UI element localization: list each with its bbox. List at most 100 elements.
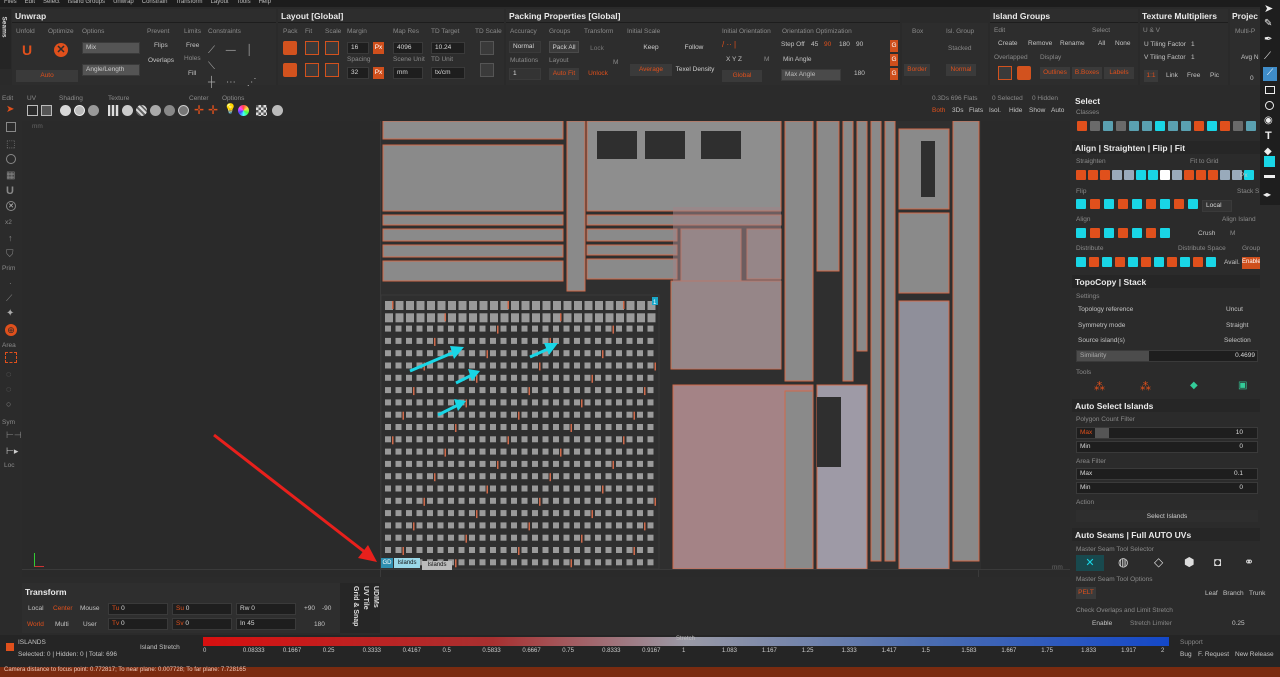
tool-icon[interactable]	[1104, 228, 1114, 238]
topocopy-tool-icon-4[interactable]: ▣	[1238, 380, 1247, 391]
margin-px-button[interactable]: Px	[373, 42, 384, 54]
islands-tag-label-2[interactable]: Islands	[422, 561, 452, 570]
constraint-icons[interactable]: ⟋ — │ ⟍ ┼ ⋯ ⋰	[208, 43, 272, 88]
rotate-minus-90-button[interactable]: -90	[322, 605, 331, 612]
average-button[interactable]: Average	[630, 64, 672, 76]
distribute-icons[interactable]	[1076, 257, 1226, 269]
unfold-icon[interactable]: U	[22, 43, 36, 57]
ratio-button[interactable]: 1:1	[1144, 70, 1158, 82]
mirror-2-icon[interactable]: ⊢▸	[6, 446, 18, 457]
tool-icon[interactable]	[1112, 170, 1122, 180]
angle-select[interactable]: Angle/Length	[82, 64, 140, 76]
paint-select-icon[interactable]: ◌	[6, 384, 11, 394]
leaf-tool-icon[interactable]: ◍	[1118, 555, 1128, 569]
tab-udims[interactable]: UDIMs	[372, 586, 379, 608]
step-90[interactable]: 90	[824, 41, 831, 48]
tool-icon[interactable]	[1102, 257, 1112, 267]
tool-icon[interactable]	[1100, 170, 1110, 180]
move-icon[interactable]: ⬚	[6, 139, 15, 150]
sphere-option-icon[interactable]	[272, 105, 283, 116]
tool-icon[interactable]	[1104, 199, 1114, 209]
avail-select[interactable]: Avail.	[1224, 259, 1240, 266]
trunk-button[interactable]: Trunk	[1249, 590, 1265, 597]
menu-item-constrain[interactable]: Constrain	[142, 0, 168, 5]
color-swatch-icon[interactable]	[1264, 156, 1275, 167]
mode-3ds[interactable]: 3Ds	[952, 107, 964, 114]
sphere-icon[interactable]	[6, 154, 16, 164]
map-res-field[interactable]: 4096	[393, 42, 423, 54]
tool-icon[interactable]	[1246, 121, 1256, 131]
tool-icon[interactable]	[1088, 170, 1098, 180]
stroke-width-icon[interactable]	[1264, 175, 1275, 178]
tool-icon[interactable]	[1184, 170, 1194, 180]
shield-icon[interactable]: ⛉	[6, 249, 14, 260]
step-90b[interactable]: 90	[856, 41, 863, 48]
line-tool-icon[interactable]: ⟋	[1264, 51, 1271, 62]
tool-icon[interactable]	[1181, 121, 1191, 131]
source-islands-select[interactable]: Selection	[1224, 337, 1251, 344]
accuracy-select[interactable]: Normal	[509, 41, 541, 53]
star-icon[interactable]: ✦	[6, 308, 14, 319]
fill-tool-icon[interactable]: ◉	[1264, 115, 1273, 126]
texture-sphere-1[interactable]	[122, 105, 133, 116]
island-icon[interactable]: ⊕	[5, 324, 17, 336]
magnet-icon[interactable]: U	[6, 185, 14, 197]
border-button[interactable]: Border	[904, 64, 930, 76]
cut-icon[interactable]: ✕	[6, 201, 16, 211]
tool-icon[interactable]	[1115, 257, 1125, 267]
brush-tool-icon[interactable]: ⟋	[1263, 67, 1277, 81]
initial-orientation-icons[interactable]: / ·· |	[722, 40, 762, 49]
tool-icon[interactable]	[1188, 199, 1198, 209]
leaf-button[interactable]: Leaf	[1205, 590, 1218, 597]
islands-tag[interactable]: GD	[381, 558, 393, 568]
tool-icon[interactable]	[1207, 121, 1217, 131]
mode-isol[interactable]: Isol.	[989, 107, 1001, 114]
select-class-icons[interactable]	[1077, 121, 1257, 135]
similarity-slider[interactable]: Similarity 0.4699	[1076, 350, 1258, 362]
uv-layout-canvas[interactable]: 1	[381, 121, 981, 569]
stacked-label[interactable]: Stacked	[948, 45, 972, 52]
tool-icon[interactable]	[1174, 199, 1184, 209]
uv-mode-icon-2[interactable]	[41, 105, 52, 116]
tool-icon[interactable]	[1155, 121, 1165, 131]
tool-icon[interactable]	[1076, 170, 1086, 180]
menu-item-files[interactable]: Files	[4, 0, 17, 5]
tool-icon[interactable]	[1076, 228, 1086, 238]
g-button-3[interactable]: G	[890, 68, 898, 80]
tool-icon[interactable]	[1208, 170, 1218, 180]
shading-sphere-3[interactable]	[88, 105, 99, 116]
scale-icon[interactable]	[325, 41, 339, 55]
pack-icon[interactable]	[283, 41, 297, 55]
margin-field[interactable]: 16	[347, 42, 369, 54]
g-button-1[interactable]: G	[890, 40, 898, 52]
new-release-link[interactable]: New Release	[1235, 651, 1274, 658]
tool-icon[interactable]	[1172, 170, 1182, 180]
shading-sphere-1[interactable]	[60, 105, 71, 116]
rotate-180-button[interactable]: 180	[314, 621, 325, 628]
rect-tool-icon[interactable]	[1265, 86, 1275, 94]
tool-icon[interactable]	[1089, 257, 1099, 267]
tool-icon[interactable]	[1206, 257, 1216, 267]
lasso-icon[interactable]: ◌	[6, 369, 11, 379]
pelt-tool-icon[interactable]: ✕	[1076, 555, 1104, 571]
auto-button[interactable]: Auto	[16, 70, 78, 82]
tool-icon[interactable]	[1136, 170, 1146, 180]
topocopy-tool-icon-1[interactable]: ⁂	[1094, 380, 1105, 393]
flip-icons[interactable]	[1076, 199, 1200, 211]
poly-min-slider[interactable]: Min 0	[1076, 441, 1258, 453]
tool-icon[interactable]	[1116, 121, 1126, 131]
seams-tab[interactable]: Seams	[0, 9, 11, 69]
optimize-icon[interactable]: ✕	[54, 43, 68, 57]
v-tiling-value[interactable]: 1	[1191, 54, 1195, 61]
tool-icon[interactable]	[1168, 121, 1178, 131]
rename-button[interactable]: Rename	[1060, 40, 1085, 47]
straighten-icons[interactable]	[1076, 170, 1254, 182]
uv-viewport[interactable]: mm mm 1 GD Islands Islands	[22, 121, 1070, 577]
grid-icon[interactable]: ▦	[6, 170, 15, 181]
step-off-label[interactable]: Step Off	[781, 41, 805, 48]
branch-button[interactable]: Branch	[1223, 590, 1244, 597]
tool-icon[interactable]	[1090, 199, 1100, 209]
texture-grid-icon[interactable]	[108, 105, 119, 116]
step-45[interactable]: 45	[811, 41, 818, 48]
tool-icon[interactable]	[1103, 121, 1113, 131]
